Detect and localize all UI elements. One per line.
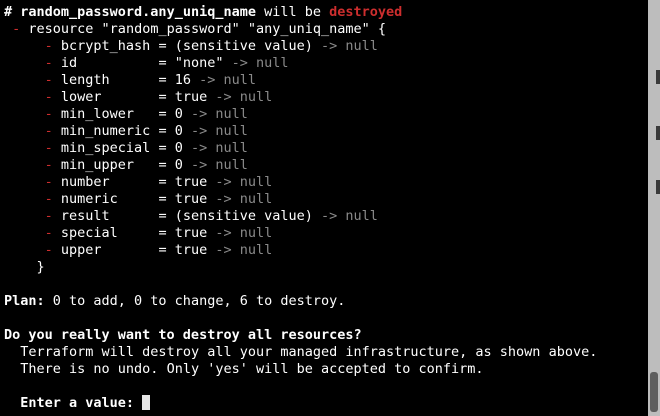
attribute-value: 16 bbox=[174, 72, 191, 88]
attribute-name: min_numeric = bbox=[60, 123, 175, 139]
destroy-minus-marker: - bbox=[44, 140, 61, 156]
attribute-line: - min_upper = 0 -> null bbox=[4, 157, 597, 174]
destroy-minus-marker: - bbox=[44, 242, 61, 258]
attribute-line: - upper = true -> null bbox=[4, 242, 597, 259]
destroy-minus-marker: - bbox=[44, 55, 61, 71]
destroyed-label: destroyed bbox=[329, 4, 403, 20]
attribute-name: min_special = bbox=[60, 140, 175, 156]
terminal-output: # random_password.any_uniq_name will be … bbox=[4, 4, 597, 412]
destroy-minus-marker: - bbox=[44, 174, 61, 190]
attribute-line: - min_numeric = 0 -> null bbox=[4, 123, 597, 140]
confirm-question-line: Do you really want to destroy all resour… bbox=[4, 327, 597, 344]
resource-open-line: - resource "random_password" "any_uniq_n… bbox=[4, 21, 597, 38]
scrollbar-track[interactable] bbox=[648, 0, 660, 416]
warning-line-1: Terraform will destroy all your managed … bbox=[4, 344, 597, 361]
plan-summary-text: 0 to add, 0 to change, 6 to destroy. bbox=[44, 293, 346, 309]
null-arrow: -> null bbox=[207, 174, 273, 190]
attribute-name: special = bbox=[60, 225, 175, 241]
destroy-minus-marker: - bbox=[44, 225, 61, 241]
attribute-name: upper = bbox=[60, 242, 175, 258]
attribute-name: min_lower = bbox=[60, 106, 175, 122]
attribute-value: 0 bbox=[174, 140, 183, 156]
attribute-value: 0 bbox=[174, 157, 183, 173]
attribute-name: id = bbox=[60, 55, 175, 71]
destroy-minus-marker: - bbox=[44, 208, 61, 224]
warning-line-2: There is no undo. Only 'yes' will be acc… bbox=[4, 361, 597, 378]
destroy-minus-marker: - bbox=[44, 38, 61, 54]
attribute-value: (sensitive value) bbox=[174, 208, 313, 224]
null-arrow: -> null bbox=[182, 106, 248, 122]
attribute-name: bcrypt_hash = bbox=[60, 38, 175, 54]
destroy-minus-marker: - bbox=[44, 106, 61, 122]
null-arrow: -> null bbox=[190, 72, 256, 88]
destroy-minus-marker: - bbox=[44, 89, 61, 105]
attribute-value: 0 bbox=[174, 123, 183, 139]
resource-close-line: } bbox=[4, 259, 597, 276]
null-arrow: -> null bbox=[207, 191, 273, 207]
destroy-minus-marker: - bbox=[44, 191, 61, 207]
resource-declaration: resource "random_password" "any_uniq_nam… bbox=[28, 21, 387, 37]
attribute-line: - number = true -> null bbox=[4, 174, 597, 191]
destroy-minus-marker: - bbox=[44, 72, 61, 88]
attribute-line: - id = "none" -> null bbox=[4, 55, 597, 72]
destroy-minus-marker: - bbox=[44, 123, 61, 139]
warning-text-2: There is no undo. Only 'yes' will be acc… bbox=[20, 361, 484, 377]
attribute-value: true bbox=[174, 89, 208, 105]
attribute-line: - result = (sensitive value) -> null bbox=[4, 208, 597, 225]
attribute-value: true bbox=[174, 174, 208, 190]
input-prompt-line[interactable]: Enter a value: bbox=[4, 395, 597, 412]
attribute-line: - numeric = true -> null bbox=[4, 191, 597, 208]
window-edge-mark bbox=[656, 180, 660, 194]
attribute-line: - bcrypt_hash = (sensitive value) -> nul… bbox=[4, 38, 597, 55]
window-edge-mark bbox=[656, 126, 660, 140]
attribute-name: min_upper = bbox=[60, 157, 175, 173]
attribute-name: lower = bbox=[60, 89, 175, 105]
attribute-name: result = bbox=[60, 208, 175, 224]
attribute-line: - length = 16 -> null bbox=[4, 72, 597, 89]
null-arrow: -> null bbox=[207, 242, 273, 258]
window-edge-mark bbox=[656, 70, 660, 84]
scrollbar-thumb[interactable] bbox=[650, 372, 658, 412]
attribute-value: 0 bbox=[174, 106, 183, 122]
plan-label: Plan: bbox=[4, 293, 45, 309]
null-arrow: -> null bbox=[312, 38, 378, 54]
warning-text-1: Terraform will destroy all your managed … bbox=[20, 344, 598, 360]
attribute-value: true bbox=[174, 225, 208, 241]
attribute-name: length = bbox=[60, 72, 175, 88]
null-arrow: -> null bbox=[182, 140, 248, 156]
resource-header-line: # random_password.any_uniq_name will be … bbox=[4, 4, 597, 21]
null-arrow: -> null bbox=[207, 225, 273, 241]
terminal-window[interactable]: # random_password.any_uniq_name will be … bbox=[0, 0, 648, 416]
null-arrow: -> null bbox=[182, 157, 248, 173]
destroy-minus-marker: - bbox=[12, 21, 29, 37]
attribute-value: (sensitive value) bbox=[174, 38, 313, 54]
attribute-line: - min_lower = 0 -> null bbox=[4, 106, 597, 123]
text-cursor bbox=[142, 395, 151, 410]
resource-address: random_password.any_uniq_name bbox=[20, 4, 256, 20]
attribute-name: numeric = bbox=[60, 191, 175, 207]
attribute-value: "none" bbox=[174, 55, 224, 71]
plan-summary-line: Plan: 0 to add, 0 to change, 6 to destro… bbox=[4, 293, 597, 310]
confirm-question: Do you really want to destroy all resour… bbox=[4, 327, 362, 343]
null-arrow: -> null bbox=[207, 89, 273, 105]
attribute-name: number = bbox=[60, 174, 175, 190]
closing-brace: } bbox=[36, 259, 45, 275]
null-arrow: -> null bbox=[182, 123, 248, 139]
attribute-line: - min_special = 0 -> null bbox=[4, 140, 597, 157]
null-arrow: -> null bbox=[312, 208, 378, 224]
will-be-text: will be bbox=[255, 4, 330, 20]
attribute-list: - bcrypt_hash = (sensitive value) -> nul… bbox=[4, 38, 597, 259]
attribute-value: true bbox=[174, 191, 208, 207]
attribute-line: - special = true -> null bbox=[4, 225, 597, 242]
attribute-line: - lower = true -> null bbox=[4, 89, 597, 106]
null-arrow: -> null bbox=[223, 55, 289, 71]
comment-hash: # bbox=[4, 4, 21, 20]
input-label: Enter a value: bbox=[20, 395, 135, 411]
attribute-value: true bbox=[174, 242, 208, 258]
destroy-minus-marker: - bbox=[44, 157, 61, 173]
